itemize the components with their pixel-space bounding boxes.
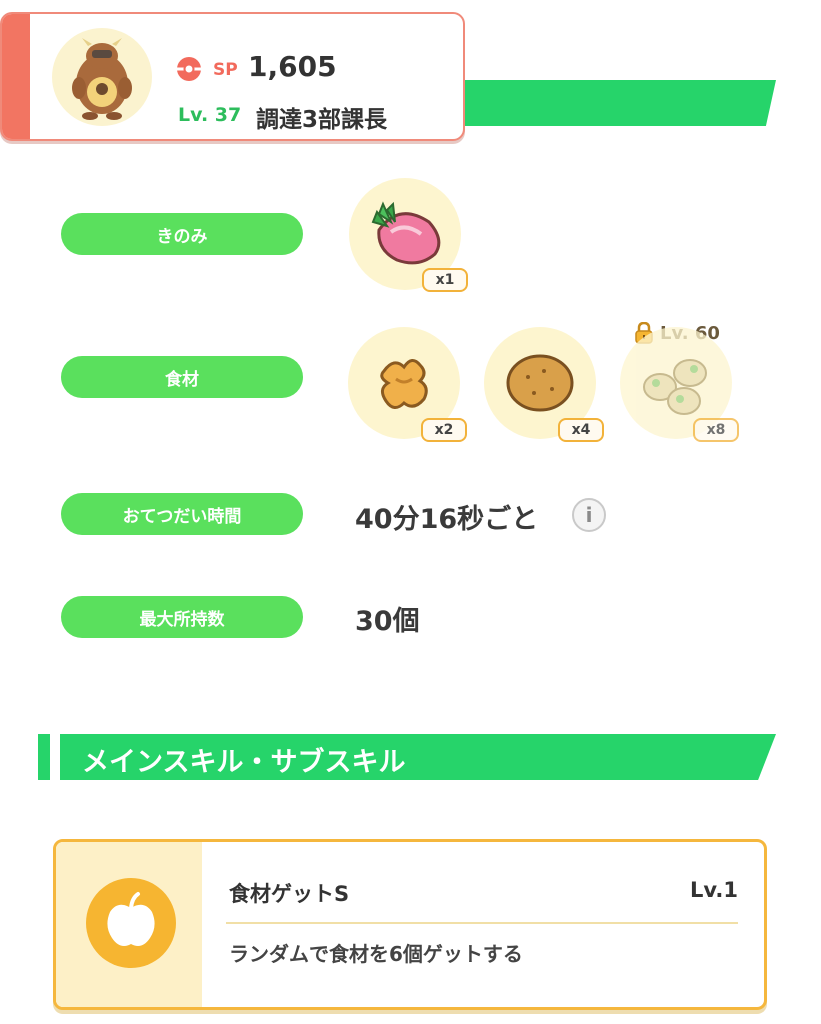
profile-card: SP 1,605 Lv. 37 調達3部課長 xyxy=(0,12,465,141)
sp-value: 1,605 xyxy=(248,50,337,83)
carry-limit-value: 30個 xyxy=(355,606,420,637)
level-label: Lv. 37 xyxy=(178,104,242,126)
pokeball-icon xyxy=(176,56,202,82)
header-green-band xyxy=(440,80,776,126)
help-time-value: 40分16秒ごと xyxy=(355,504,539,535)
berry-qty-badge: x1 xyxy=(422,268,468,292)
main-skill-card[interactable]: 食材ゲットS Lv.1 ランダムで食材を6個ゲットする xyxy=(53,839,767,1010)
sp-label: SP xyxy=(213,60,238,80)
avatar xyxy=(52,28,152,126)
ingredient-qty-badge-2: x4 xyxy=(558,418,604,442)
pokemon-nickname: 調達3部課長 xyxy=(256,107,388,133)
section-title: メインスキル・サブスキル xyxy=(82,747,406,778)
ingredient-label-pill: 食材 xyxy=(61,356,303,398)
section-header-accent xyxy=(38,734,50,780)
apple-icon xyxy=(86,878,176,968)
help-time-label-pill: おてつだい時間 xyxy=(61,493,303,535)
info-icon[interactable]: i xyxy=(572,498,606,532)
profile-accent-bar xyxy=(2,14,30,139)
skill-divider xyxy=(226,922,738,924)
main-skill-description: ランダムで食材を6個ゲットする xyxy=(229,942,523,966)
skill-icon-panel xyxy=(56,842,202,1007)
ingredient-qty-badge-1: x2 xyxy=(421,418,467,442)
main-skill-name: 食材ゲットS xyxy=(229,882,350,906)
main-skill-level: Lv.1 xyxy=(690,878,738,902)
kangaskhan-icon xyxy=(72,38,132,120)
carry-limit-label-pill: 最大所持数 xyxy=(61,596,303,638)
ingredient-qty-badge-3: x8 xyxy=(693,418,739,442)
berry-label-pill: きのみ xyxy=(61,213,303,255)
